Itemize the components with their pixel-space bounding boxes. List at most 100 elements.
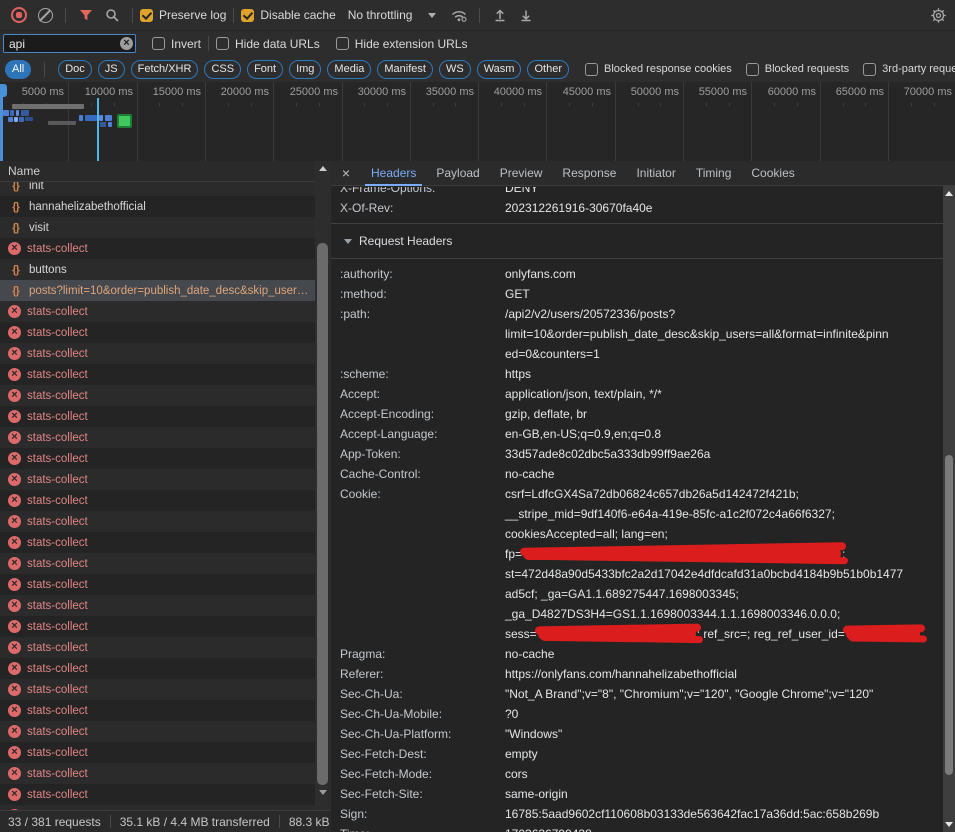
network-summary-bar: 33 / 381 requests 35.1 kB / 4.4 MB trans… bbox=[0, 810, 331, 832]
hide-data-urls-checkbox[interactable]: Hide data URLs bbox=[216, 37, 320, 51]
invert-checkbox[interactable]: Invert bbox=[152, 37, 201, 51]
header-value: 16785:5aad9602cf110608b03133de563642fac1… bbox=[505, 804, 879, 824]
type-filter-all[interactable]: All bbox=[5, 60, 31, 79]
request-row[interactable]: ×stats-collect bbox=[0, 616, 315, 637]
tab-response[interactable]: Response bbox=[552, 161, 626, 186]
filter-toggle-button[interactable] bbox=[73, 2, 99, 28]
request-row[interactable]: {}posts?limit=10&order=publish_date_desc… bbox=[0, 280, 315, 301]
scrollbar-thumb[interactable] bbox=[945, 455, 953, 775]
request-row[interactable]: ×stats-collect bbox=[0, 343, 315, 364]
request-row[interactable]: ×stats-collect bbox=[0, 784, 315, 805]
type-filter-font[interactable]: Font bbox=[247, 60, 283, 79]
request-row[interactable]: ×stats-collect bbox=[0, 385, 315, 406]
blocked-requests-checkbox[interactable]: Blocked requests bbox=[746, 63, 849, 76]
name-column-header[interactable]: Name bbox=[0, 161, 331, 182]
request-list-scrollbar[interactable] bbox=[315, 161, 331, 810]
disable-cache-checkbox[interactable]: Disable cache bbox=[241, 8, 335, 22]
request-row[interactable]: ×stats-collect bbox=[0, 763, 315, 784]
request-row[interactable]: ×stats-collect bbox=[0, 511, 315, 532]
request-row[interactable]: ×stats-collect bbox=[0, 406, 315, 427]
type-filter-wasm[interactable]: Wasm bbox=[477, 60, 522, 79]
type-filter-doc[interactable]: Doc bbox=[58, 60, 92, 79]
export-har-button[interactable] bbox=[513, 2, 539, 28]
disclosure-triangle-icon bbox=[344, 239, 352, 244]
request-row[interactable]: ×stats-collect bbox=[0, 721, 315, 742]
header-value: csrf=LdfcGX4Sa72db06824c657db26a5d142472… bbox=[505, 484, 921, 644]
request-row[interactable]: {}init bbox=[0, 182, 315, 196]
request-row[interactable]: {}buttons bbox=[0, 259, 315, 280]
request-row[interactable]: ×stats-collect bbox=[0, 679, 315, 700]
close-detail-button[interactable]: × bbox=[331, 165, 361, 181]
request-row[interactable]: ×stats-collect bbox=[0, 574, 315, 595]
type-filter-js[interactable]: JS bbox=[98, 60, 125, 79]
header-value: https bbox=[505, 364, 531, 384]
blocked-response-cookies-checkbox[interactable]: Blocked response cookies bbox=[585, 63, 732, 76]
tab-initiator[interactable]: Initiator bbox=[626, 161, 685, 186]
clear-network-log-button[interactable] bbox=[32, 2, 58, 28]
devtools-network-panel: Preserve log Disable cache No throttling bbox=[0, 0, 955, 832]
tab-headers[interactable]: Headers bbox=[361, 161, 426, 186]
timeline-minor-tick bbox=[706, 103, 707, 106]
preserve-log-checkbox[interactable]: Preserve log bbox=[140, 8, 226, 22]
request-headers-section-header[interactable]: Request Headers bbox=[340, 229, 943, 253]
search-icon bbox=[105, 8, 119, 22]
scrollbar-thumb[interactable] bbox=[317, 243, 328, 785]
scroll-up-button[interactable] bbox=[943, 186, 955, 201]
scroll-down-button[interactable] bbox=[943, 817, 955, 832]
tab-payload[interactable]: Payload bbox=[426, 161, 489, 186]
type-filter-media[interactable]: Media bbox=[327, 60, 371, 79]
error-icon: × bbox=[8, 578, 21, 591]
filter-input[interactable] bbox=[3, 34, 136, 53]
header-row: Cache-Control:no-cache bbox=[340, 464, 943, 484]
type-filter-other[interactable]: Other bbox=[527, 60, 569, 79]
request-row[interactable]: ×stats-collect bbox=[0, 595, 315, 616]
record-network-log-button[interactable] bbox=[6, 2, 32, 28]
header-value-line: same-origin bbox=[505, 784, 568, 804]
request-row[interactable]: ×stats-collect bbox=[0, 448, 315, 469]
timeline-tick-label: 5000 ms bbox=[0, 86, 64, 98]
request-row[interactable]: ×stats-collect bbox=[0, 490, 315, 511]
header-name: Accept: bbox=[340, 384, 505, 404]
detail-scrollbar[interactable] bbox=[943, 186, 955, 832]
scroll-down-button[interactable] bbox=[315, 785, 331, 800]
request-rows: {}init{}hannahelizabethofficial{}visit×s… bbox=[0, 182, 315, 810]
request-row[interactable]: ×stats-collect bbox=[0, 742, 315, 763]
request-row[interactable]: {}visit bbox=[0, 217, 315, 238]
throttling-dropdown[interactable]: No throttling bbox=[348, 8, 437, 22]
request-row[interactable]: ×stats-collect bbox=[0, 238, 315, 259]
header-name: Sec-Fetch-Site: bbox=[340, 784, 505, 804]
header-row: Sec-Fetch-Site:same-origin bbox=[340, 784, 943, 804]
scroll-up-button[interactable] bbox=[315, 161, 331, 176]
transferred-size: 35.1 kB / 4.4 MB transferred bbox=[120, 815, 270, 829]
tab-preview[interactable]: Preview bbox=[490, 161, 553, 186]
tab-cookies[interactable]: Cookies bbox=[741, 161, 804, 186]
network-overview-timeline[interactable]: 5000 ms10000 ms15000 ms20000 ms25000 ms3… bbox=[0, 82, 955, 162]
hide-extension-urls-checkbox[interactable]: Hide extension URLs bbox=[336, 37, 468, 51]
import-har-button[interactable] bbox=[487, 2, 513, 28]
waterfall-bar bbox=[99, 115, 103, 121]
header-row: Referer:https://onlyfans.com/hannaheliza… bbox=[340, 664, 943, 684]
request-row[interactable]: ×stats-collect bbox=[0, 364, 315, 385]
request-row[interactable]: ×stats-collect bbox=[0, 532, 315, 553]
network-conditions-button[interactable] bbox=[446, 2, 472, 28]
request-row[interactable]: ×stats-collect bbox=[0, 637, 315, 658]
request-name: stats-collect bbox=[27, 768, 88, 780]
request-row[interactable]: ×stats-collect bbox=[0, 301, 315, 322]
type-filter-css[interactable]: CSS bbox=[204, 60, 241, 79]
type-filter-img[interactable]: Img bbox=[289, 60, 321, 79]
request-row[interactable]: ×stats-collect bbox=[0, 427, 315, 448]
request-row[interactable]: ×stats-collect bbox=[0, 469, 315, 490]
tab-timing[interactable]: Timing bbox=[686, 161, 742, 186]
request-row[interactable]: ×stats-collect bbox=[0, 322, 315, 343]
3rd-party-requests-checkbox[interactable]: 3rd-party requests bbox=[863, 63, 955, 76]
request-row[interactable]: {}hannahelizabethofficial bbox=[0, 196, 315, 217]
clear-filter-icon[interactable]: × bbox=[120, 37, 133, 50]
request-row[interactable]: ×stats-collect bbox=[0, 658, 315, 679]
type-filter-manifest[interactable]: Manifest bbox=[377, 60, 433, 79]
request-row[interactable]: ×stats-collect bbox=[0, 700, 315, 721]
search-button[interactable] bbox=[99, 2, 125, 28]
request-row[interactable]: ×stats-collect bbox=[0, 553, 315, 574]
devtools-settings-button[interactable] bbox=[925, 2, 951, 28]
type-filter-ws[interactable]: WS bbox=[439, 60, 471, 79]
type-filter-fetch-xhr[interactable]: Fetch/XHR bbox=[131, 60, 199, 79]
